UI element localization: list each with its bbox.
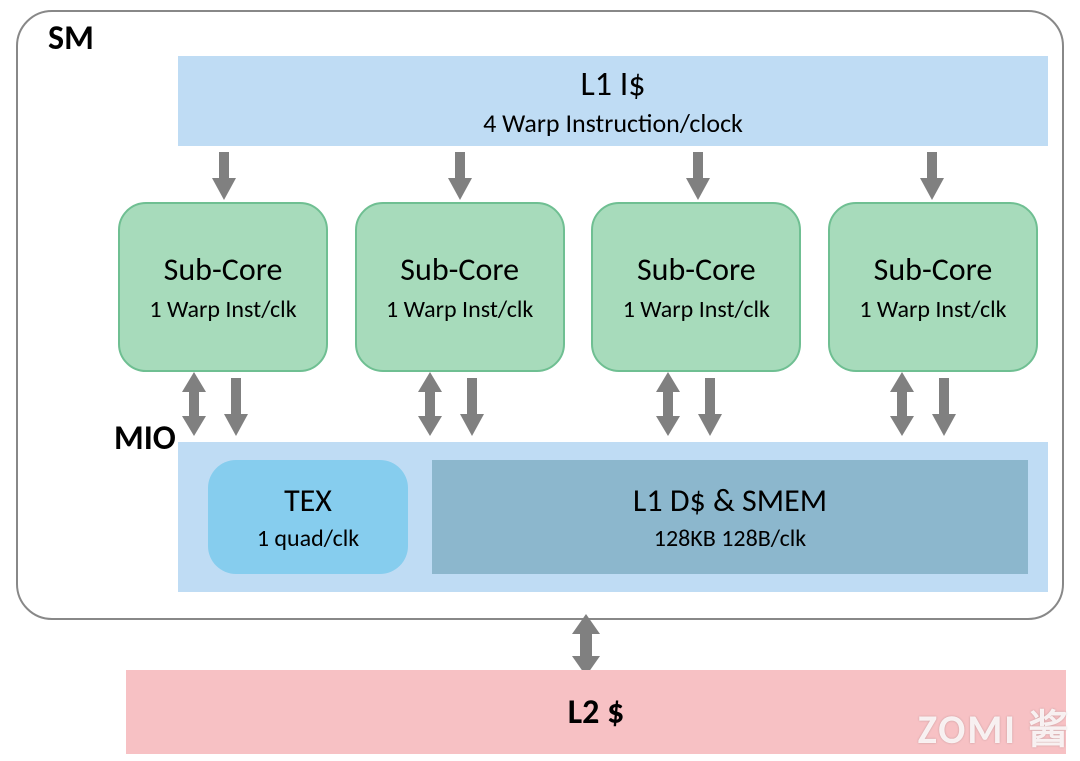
arrow-down-icon (698, 378, 722, 436)
subcore-2: Sub-Core 1 Warp Inst/clk (591, 202, 801, 372)
subcore-title: Sub-Core (164, 250, 283, 289)
subcore-sub: 1 Warp Inst/clk (859, 295, 1006, 324)
subcore-0: Sub-Core 1 Warp Inst/clk (118, 202, 328, 372)
subcore-title: Sub-Core (874, 250, 993, 289)
arrow-updown-icon (656, 372, 680, 436)
arrow-row-top (18, 148, 1062, 204)
arrow-updown-icon (182, 372, 206, 436)
l1-instruction-cache: L1 I$ 4 Warp Instruction/clock (178, 56, 1048, 146)
arrow-down-icon (686, 148, 710, 200)
subcore-sub: 1 Warp Inst/clk (149, 295, 296, 324)
sm-label: SM (48, 18, 94, 59)
subcore-row: Sub-Core 1 Warp Inst/clk Sub-Core 1 Warp… (118, 202, 1038, 372)
arrow-down-icon (932, 378, 956, 436)
tex-sub: 1 quad/clk (257, 524, 359, 553)
tex-block: TEX 1 quad/clk (208, 460, 408, 574)
arrow-updown-icon (890, 372, 914, 436)
arrow-updown-icon (572, 614, 600, 676)
arrow-down-icon (920, 148, 944, 200)
subcore-title: Sub-Core (637, 250, 756, 289)
l1i-title: L1 I$ (178, 64, 1048, 105)
l1d-smem-block: L1 D$ & SMEM 128KB 128B/clk (432, 460, 1028, 574)
arrow-down-icon (212, 148, 236, 200)
l1d-title: L1 D$ & SMEM (633, 481, 827, 520)
mio-label: MIO (114, 418, 176, 459)
l1i-subtitle: 4 Warp Instruction/clock (178, 107, 1048, 139)
mio-box: TEX 1 quad/clk L1 D$ & SMEM 128KB 128B/c… (178, 442, 1048, 592)
l1d-sub: 128KB 128B/clk (654, 524, 806, 553)
subcore-sub: 1 Warp Inst/clk (386, 295, 533, 324)
l2-label: L2 $ (568, 692, 625, 733)
subcore-1: Sub-Core 1 Warp Inst/clk (355, 202, 565, 372)
tex-title: TEX (284, 481, 332, 520)
arrow-down-icon (448, 148, 472, 200)
subcore-sub: 1 Warp Inst/clk (623, 295, 770, 324)
subcore-title: Sub-Core (400, 250, 519, 289)
arrow-down-icon (460, 378, 484, 436)
arrow-down-icon (224, 378, 248, 436)
arrow-updown-icon (418, 372, 442, 436)
watermark: ZOMI 酱 (918, 697, 1070, 755)
sm-container: SM L1 I$ 4 Warp Instruction/clock Sub-Co… (16, 10, 1064, 620)
subcore-3: Sub-Core 1 Warp Inst/clk (828, 202, 1038, 372)
